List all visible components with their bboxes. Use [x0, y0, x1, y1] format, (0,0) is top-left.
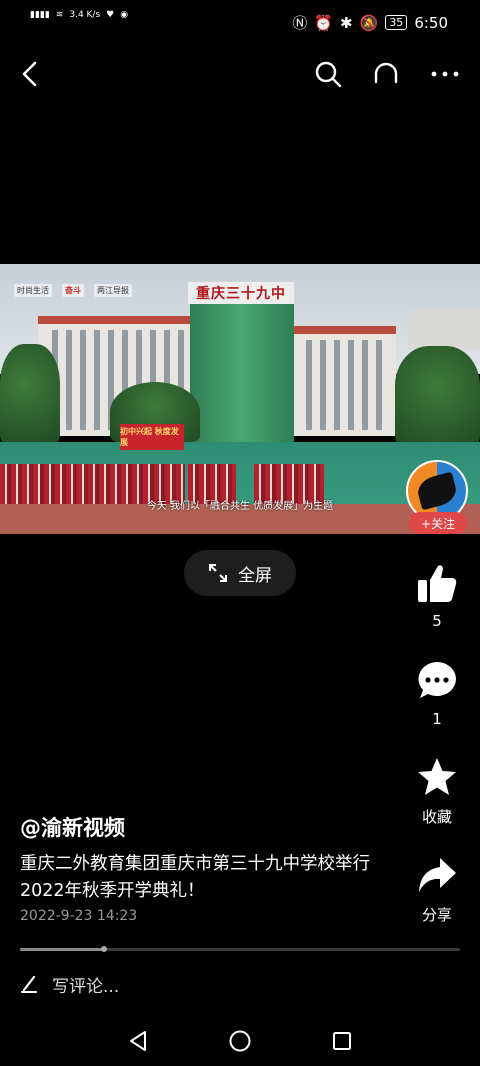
follow-button[interactable]: +关注 [409, 512, 467, 534]
video-trees-right [395, 346, 480, 446]
logo-fendou: 奋斗 [62, 284, 84, 297]
avatar-logo-icon [414, 471, 460, 511]
status-bar: ▮▮▮▮ ≋ 3.4 K/s ♥ ◉ Ⓝ ⏰ ✱ 🔕 35 6:50 [0, 0, 480, 46]
comment-count: 1 [432, 710, 442, 728]
video-far-building [408, 310, 480, 350]
headphones-icon[interactable] [368, 56, 404, 92]
post-timestamp: 2022-9-23 14:23 [20, 908, 138, 924]
comment-bar[interactable]: 写评论... [20, 970, 119, 998]
star-icon [418, 758, 456, 795]
share-label: 分享 [421, 906, 452, 924]
battery-icon: 35 [385, 15, 408, 30]
system-nav [0, 1016, 480, 1066]
comment-button[interactable]: 1 [408, 660, 466, 728]
wifi-icon: ≋ [55, 10, 64, 20]
nfc-icon: Ⓝ [292, 14, 308, 32]
progress-fill [20, 948, 104, 951]
like-count: 5 [432, 612, 442, 630]
progress-knob[interactable] [100, 946, 107, 952]
more-icon[interactable] [427, 56, 463, 92]
logo-lifestyle: 时尚生活 [14, 284, 52, 297]
author-avatar-group: +关注 [406, 460, 468, 536]
post-description: 重庆二外教育集团重庆市第三十九中学校举行2022年秋季开学典礼！ [20, 854, 370, 901]
share-icon [419, 858, 456, 892]
nav-back-icon[interactable] [125, 1028, 151, 1054]
alarm-icon: ⏰ [314, 13, 334, 32]
favorite-button[interactable]: 收藏 [408, 756, 466, 827]
playback-progress[interactable] [20, 946, 460, 952]
thumbs-up-icon [418, 565, 457, 602]
signal-icon: ▮▮▮▮ [30, 10, 50, 20]
video-windows-right [298, 340, 390, 430]
status-right: Ⓝ ⏰ ✱ 🔕 35 6:50 [292, 12, 448, 33]
fullscreen-label: 全屏 [238, 565, 272, 586]
fullscreen-button[interactable]: 全屏 [184, 550, 296, 596]
back-icon[interactable] [12, 56, 48, 92]
favorite-label: 收藏 [421, 808, 452, 826]
bluetooth-icon: ✱ [340, 13, 353, 32]
fullscreen-icon [209, 564, 227, 582]
author-name[interactable]: @渝新视频 [20, 812, 125, 842]
share-button[interactable]: 分享 [408, 856, 466, 925]
heart-app-icon: ♥ [106, 10, 115, 20]
school-sign: 重庆三十九中 [196, 286, 286, 302]
like-button[interactable]: 5 [408, 562, 466, 630]
status-left: ▮▮▮▮ ≋ 3.4 K/s ♥ ◉ [30, 10, 128, 20]
logo-liangjiang: 两江导报 [94, 284, 132, 297]
search-icon[interactable] [310, 56, 346, 92]
top-nav [0, 50, 480, 96]
comment-input[interactable]: 写评论... [52, 972, 119, 997]
pencil-icon [21, 975, 37, 993]
mute-icon: 🔕 [359, 13, 379, 32]
video-tower [190, 302, 294, 444]
nav-home-icon[interactable] [227, 1028, 253, 1054]
network-speed: 3.4 K/s [69, 10, 101, 20]
video-logos: 时尚生活 奋斗 两江导报 [14, 284, 132, 297]
app-notification-icon: ◉ [120, 10, 129, 20]
comment-icon [418, 662, 456, 698]
clock: 6:50 [414, 13, 448, 32]
nav-recents-icon[interactable] [329, 1028, 355, 1054]
video-trees-left [0, 344, 60, 444]
stage-banner: 初中兴起 秋度发展 [120, 424, 184, 450]
